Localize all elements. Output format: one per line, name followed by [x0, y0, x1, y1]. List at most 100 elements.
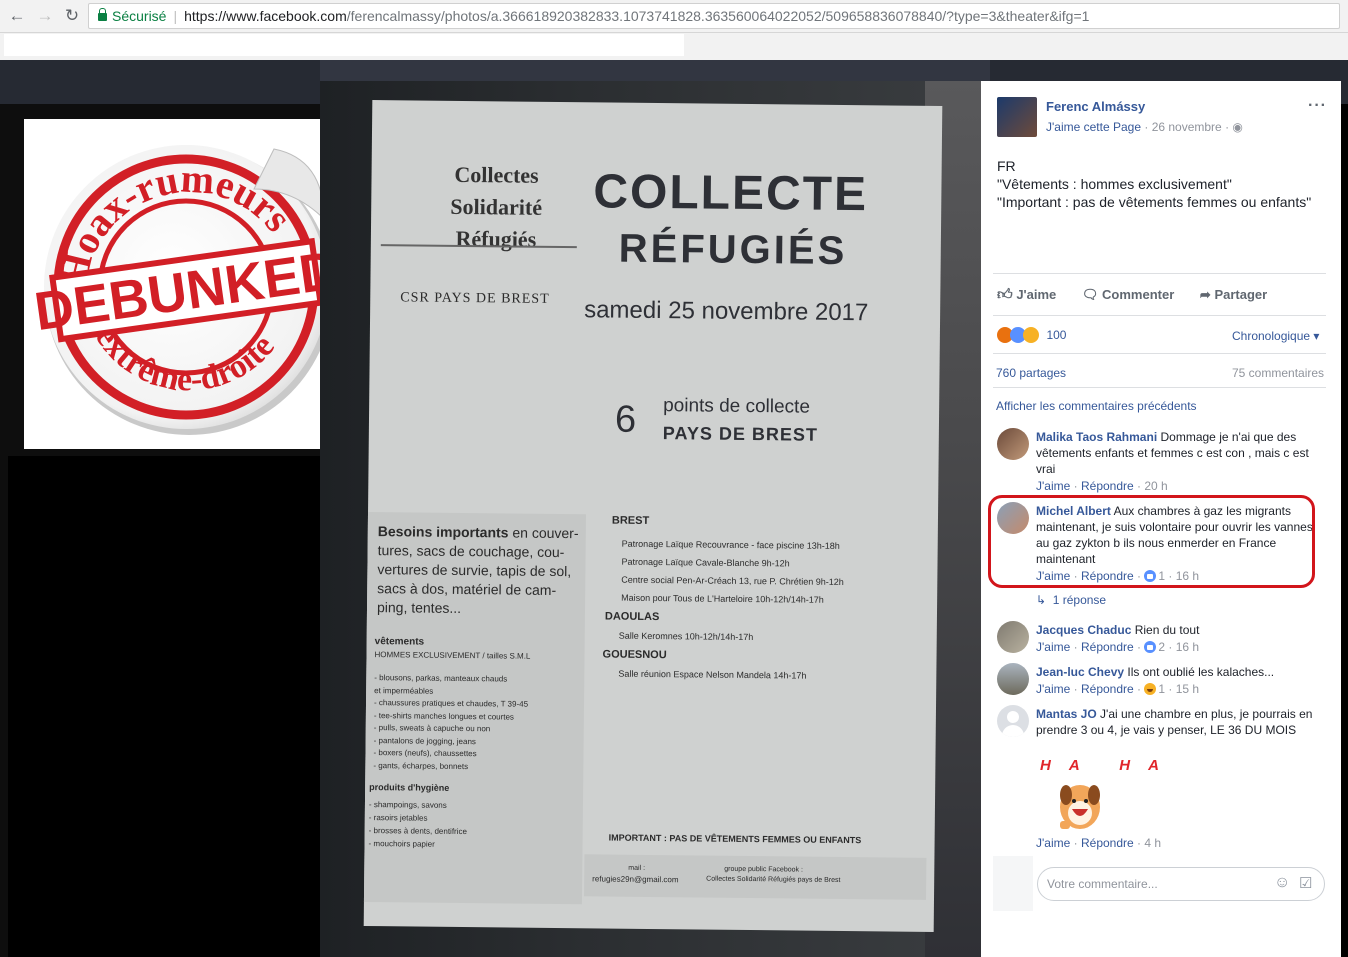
comment-time[interactable]: 15 h — [1176, 682, 1199, 696]
sticker-icon[interactable]: ☑ — [1299, 874, 1312, 892]
comment-item: Jacques Chaduc Rien du tout J'aime · Rép… — [981, 621, 1341, 661]
comment-time[interactable]: 16 h — [1176, 640, 1199, 654]
poster-brest-heading: BREST — [611, 514, 650, 527]
avatar[interactable] — [997, 428, 1029, 460]
emoji-icon[interactable]: ☺ — [1274, 874, 1290, 892]
comment-time[interactable]: 4 h — [1144, 836, 1161, 850]
comment-reply-link[interactable]: Répondre — [1081, 682, 1134, 696]
poster-org-logo: Collectes Solidarité Réfugiés — [450, 161, 543, 252]
avatar[interactable] — [997, 621, 1029, 653]
comment-reply-link[interactable]: Répondre — [1081, 479, 1134, 493]
poster-important: IMPORTANT : PAS DE VÊTEMENTS FEMMES OU E… — [608, 832, 862, 846]
poster-clothes-sub: HOMMES EXCLUSIVEMENT / tailles S.M.L — [374, 650, 531, 661]
comment-time[interactable]: 20 h — [1144, 479, 1167, 493]
post-author[interactable]: Ferenc Almássy — [1046, 99, 1145, 114]
address-bar[interactable]: Sécurisé | https://www.facebook.com/ferenc… — [88, 3, 1340, 29]
avatar[interactable] — [997, 705, 1029, 737]
comment-input-placeholder: Votre commentaire... — [1047, 877, 1158, 891]
commenter-name[interactable]: Jacques Chaduc — [1036, 623, 1131, 637]
lock-icon — [98, 8, 107, 21]
comment-reaction-count[interactable]: 2 — [1158, 640, 1165, 654]
like-action[interactable]: 👍︎ J'aime — [997, 286, 1056, 303]
poster-mail-label: mail : — [628, 864, 646, 872]
back-arrow-icon[interactable]: ← — [6, 5, 28, 27]
caret-down-icon: ▾ — [1313, 329, 1320, 343]
haha-dog-sticker[interactable]: HA HA — [1036, 757, 1159, 837]
like-page-link[interactable]: J'aime cette Page — [1046, 120, 1141, 134]
poster-brest-list: Patronage Laïque Recouvrance - face pisc… — [621, 538, 844, 605]
redacted-block — [8, 456, 320, 957]
url-path: /ferencalmassy/photos/a.366618920382833.… — [346, 8, 1090, 24]
poster-clothes-title: vêtements — [374, 636, 425, 648]
shares-link[interactable]: 760 partages — [996, 366, 1066, 380]
post-actions: 👍︎ J'aime 🗨︎ Commenter ➦ Partager — [997, 286, 1267, 304]
poster-hygiene-title: produits d'hygiène — [369, 782, 450, 793]
comment-actions: J'aime · Répondre · 1 · 15 h — [1036, 682, 1200, 696]
share-icon: ➦ — [1199, 287, 1211, 302]
comment-actions: J'aime · Répondre · 20 h — [1036, 479, 1168, 493]
view-replies-link[interactable]: ↳ 1 réponse — [1036, 593, 1106, 607]
poster-title-1: COLLECTE — [593, 165, 869, 222]
reaction-summary[interactable]: 100 — [997, 326, 1066, 344]
secure-label: Sécurisé — [112, 8, 167, 24]
haha-reaction-icon — [1023, 326, 1039, 343]
url-host: https://www.facebook.com — [184, 8, 347, 24]
highlight-circle — [988, 495, 1315, 588]
theater-photo[interactable]: Collectes Solidarité Réfugiés CSR PAYS DE … — [320, 81, 981, 957]
avatar[interactable] — [997, 663, 1029, 695]
composer-avatar — [993, 856, 1033, 911]
comment-item: Malika Taos Rahmani Dommage je n'ai que … — [981, 428, 1341, 498]
poster: Collectes Solidarité Réfugiés CSR PAYS DE … — [363, 100, 943, 932]
comment-reply-link[interactable]: Répondre — [1081, 836, 1134, 850]
thumbs-up-icon: 👍︎ — [997, 286, 1013, 303]
post-text: FR "Vêtements : hommes exclusivement" "Imp… — [997, 158, 1312, 210]
share-action[interactable]: ➦ Partager — [1200, 287, 1267, 302]
comment-input[interactable]: Votre commentaire... ☺ ☑ — [1037, 867, 1325, 901]
comment-icon: 🗨︎ — [1081, 287, 1099, 302]
comment-item: Mantas JO J'ai une chambre en plus, je p… — [981, 705, 1341, 855]
commenter-name[interactable]: Jean-luc Chevy — [1036, 665, 1124, 679]
like-reaction-icon — [1144, 641, 1157, 653]
comment-action[interactable]: 🗨︎ Commenter — [1082, 287, 1174, 302]
author-avatar[interactable] — [997, 97, 1037, 137]
comment-actions: J'aime · Répondre · 4 h — [1036, 836, 1162, 850]
globe-icon: ◉ — [1232, 120, 1243, 134]
comment-like-link[interactable]: J'aime — [1036, 836, 1070, 850]
debunked-stamp-graphic: Hoax-rumeurs d'extrême-droite DEBUNKED — [31, 145, 342, 435]
poster-gouesnou-item: Salle réunion Espace Nelson Mandela 14h-… — [618, 668, 807, 681]
reload-icon[interactable]: ↻ — [61, 5, 83, 27]
poster-daoulas-heading: DAOULAS — [604, 610, 660, 624]
debunked-stamp-image: Hoax-rumeurs d'extrême-droite DEBUNKED — [24, 119, 352, 449]
comment-like-link[interactable]: J'aime — [1036, 479, 1070, 493]
reply-arrow-icon: ↳ — [1036, 593, 1047, 607]
poster-needs-box: Besoins importants en couver-tures, sacs… — [363, 512, 587, 905]
poster-gouesnou-heading: GOUESNOU — [602, 648, 667, 662]
poster-needs-text: Besoins importants en couver-tures, sacs… — [376, 523, 579, 616]
comment-like-link[interactable]: J'aime — [1036, 682, 1070, 696]
comment-reaction-count[interactable]: 1 — [1158, 682, 1165, 696]
comment-actions: J'aime · Répondre · 2 · 16 h — [1036, 640, 1200, 654]
poster-clothes-list: - blousons, parkas, manteaux chauds et i… — [373, 673, 529, 771]
commenter-name[interactable]: Malika Taos Rahmani — [1036, 430, 1157, 444]
poster-points-line2: PAYS DE BREST — [662, 423, 819, 445]
poster-date: samedi 25 novembre 2017 — [584, 296, 869, 327]
reaction-count: 100 — [1046, 328, 1067, 342]
poster-title-2: RÉFUGIÉS — [618, 226, 848, 274]
more-options-icon[interactable]: ··· — [1308, 97, 1327, 115]
sort-dropdown[interactable]: Chronologique ▾ — [1232, 329, 1319, 343]
poster-daoulas-item: Salle Keromnes 10h-12h/14h-17h — [618, 630, 754, 643]
poster-org-sub: CSR PAYS DE BREST — [400, 290, 550, 307]
comment-body: Malika Taos Rahmani Dommage je n'ai que … — [1036, 430, 1309, 476]
comment-body: Jean-luc Chevy Ils ont oublié les kalach… — [1036, 665, 1275, 679]
post-date[interactable]: 26 novembre — [1152, 120, 1222, 134]
browser-toolbar: ← → ↻ Sécurisé | https://www.facebook.com/… — [0, 0, 1348, 33]
comment-item: Jean-luc Chevy Ils ont oublié les kalach… — [981, 663, 1341, 703]
comment-body: Mantas JO J'ai une chambre en plus, je p… — [1036, 707, 1313, 737]
poster-points-line1: points de collecte — [663, 395, 811, 418]
comments-count[interactable]: 75 commentaires — [1232, 366, 1324, 380]
comment-reply-link[interactable]: Répondre — [1081, 640, 1134, 654]
previous-comments-link[interactable]: Afficher les commentaires précédents — [996, 399, 1197, 413]
commenter-name[interactable]: Mantas JO — [1036, 707, 1097, 721]
forward-arrow-icon[interactable]: → — [34, 5, 56, 27]
comment-like-link[interactable]: J'aime — [1036, 640, 1070, 654]
